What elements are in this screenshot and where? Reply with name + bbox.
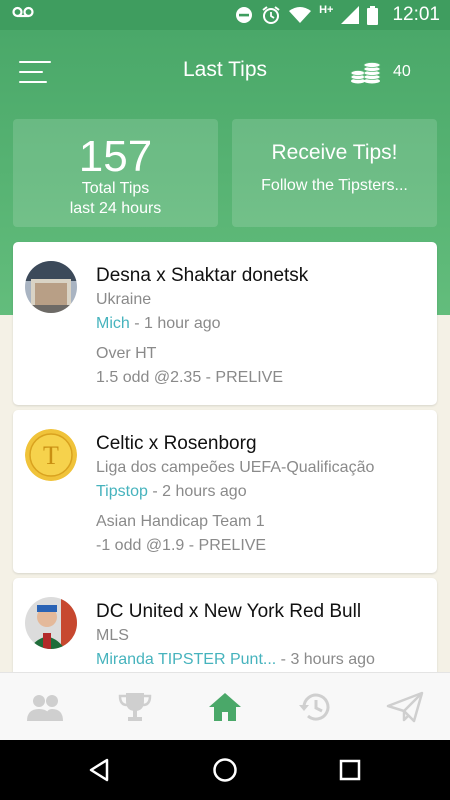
match-title: Celtic x Rosenborg bbox=[96, 433, 257, 454]
coins-count: 40 bbox=[393, 63, 411, 80]
page-title: Last Tips bbox=[182, 58, 268, 81]
nav-send[interactable] bbox=[360, 673, 450, 741]
total-tips-label: Total Tips bbox=[81, 180, 150, 197]
system-navigation-bar bbox=[0, 740, 450, 800]
bet-type: Asian Handicap Team 1 bbox=[96, 513, 265, 530]
network-type: H+ bbox=[319, 4, 334, 16]
receive-tips-card[interactable]: Receive Tips! Follow the Tipsters... bbox=[232, 119, 437, 227]
clock: 12:01 bbox=[392, 4, 440, 25]
svg-text:T: T bbox=[43, 441, 59, 470]
alarm-icon bbox=[262, 6, 280, 24]
history-icon bbox=[299, 693, 330, 721]
gold-coin-t-logo-icon: T bbox=[25, 429, 77, 481]
tipster-link[interactable]: Tipstop bbox=[96, 483, 148, 500]
total-tips-card: 157 Total Tips last 24 hours bbox=[13, 119, 218, 227]
tip-time: - 3 hours ago bbox=[276, 651, 375, 668]
home-icon bbox=[209, 693, 241, 721]
match-title: Desna x Shaktar donetsk bbox=[96, 265, 309, 286]
do-not-disturb-icon bbox=[236, 7, 253, 23]
tip-time: - 1 hour ago bbox=[129, 315, 221, 332]
nav-history[interactable] bbox=[270, 673, 360, 741]
tipster-link[interactable]: Miranda TIPSTER Punt... bbox=[96, 651, 276, 668]
tipster-photo-icon bbox=[25, 597, 77, 649]
recents-icon bbox=[339, 759, 361, 781]
league-name: Liga dos campeões UEFA-Qualificação bbox=[96, 459, 375, 476]
tip-card[interactable]: Desna x Shaktar donetsk Ukraine Mich - 1… bbox=[13, 242, 437, 405]
match-title: DC United x New York Red Bull bbox=[96, 601, 362, 622]
send-icon bbox=[386, 691, 424, 723]
trophy-icon bbox=[118, 693, 152, 721]
nav-tipsters[interactable] bbox=[0, 673, 90, 741]
bottom-navigation bbox=[0, 672, 450, 741]
recents-button[interactable] bbox=[335, 755, 365, 785]
status-bar: H+ 12:01 bbox=[0, 0, 450, 30]
wifi-icon bbox=[289, 7, 312, 23]
tipster-link[interactable]: Mich bbox=[96, 315, 130, 332]
receive-tips-title: Receive Tips! bbox=[271, 141, 398, 164]
league-name: Ukraine bbox=[96, 291, 152, 308]
signal-icon bbox=[341, 6, 360, 24]
tipster-photo-icon bbox=[25, 261, 77, 313]
home-circle-icon bbox=[213, 758, 237, 782]
back-button[interactable] bbox=[84, 755, 114, 785]
tipster-avatar[interactable] bbox=[25, 597, 77, 649]
nav-home[interactable] bbox=[180, 673, 270, 741]
people-icon bbox=[27, 695, 63, 721]
total-tips-count: 157 bbox=[78, 132, 153, 181]
league-name: MLS bbox=[96, 627, 129, 644]
back-icon bbox=[89, 758, 109, 782]
tipster-avatar[interactable] bbox=[25, 261, 77, 313]
bet-odds: -1 odd @1.9 - PRELIVE bbox=[96, 537, 267, 554]
period-label: last 24 hours bbox=[69, 200, 162, 217]
bet-odds: 1.5 odd @2.35 - PRELIVE bbox=[96, 369, 284, 386]
battery-icon bbox=[367, 5, 379, 25]
receive-tips-subtitle: Follow the Tipsters... bbox=[261, 177, 408, 194]
tip-card[interactable]: T Celtic x Rosenborg Liga dos campeões U… bbox=[13, 410, 437, 573]
bet-type: Over HT bbox=[96, 345, 157, 362]
nav-ranking[interactable] bbox=[90, 673, 180, 741]
voicemail-icon bbox=[12, 6, 34, 18]
tipster-avatar[interactable]: T bbox=[25, 429, 77, 481]
home-button[interactable] bbox=[210, 755, 240, 785]
coins-icon[interactable] bbox=[350, 60, 382, 84]
tip-time: - 2 hours ago bbox=[147, 483, 247, 500]
